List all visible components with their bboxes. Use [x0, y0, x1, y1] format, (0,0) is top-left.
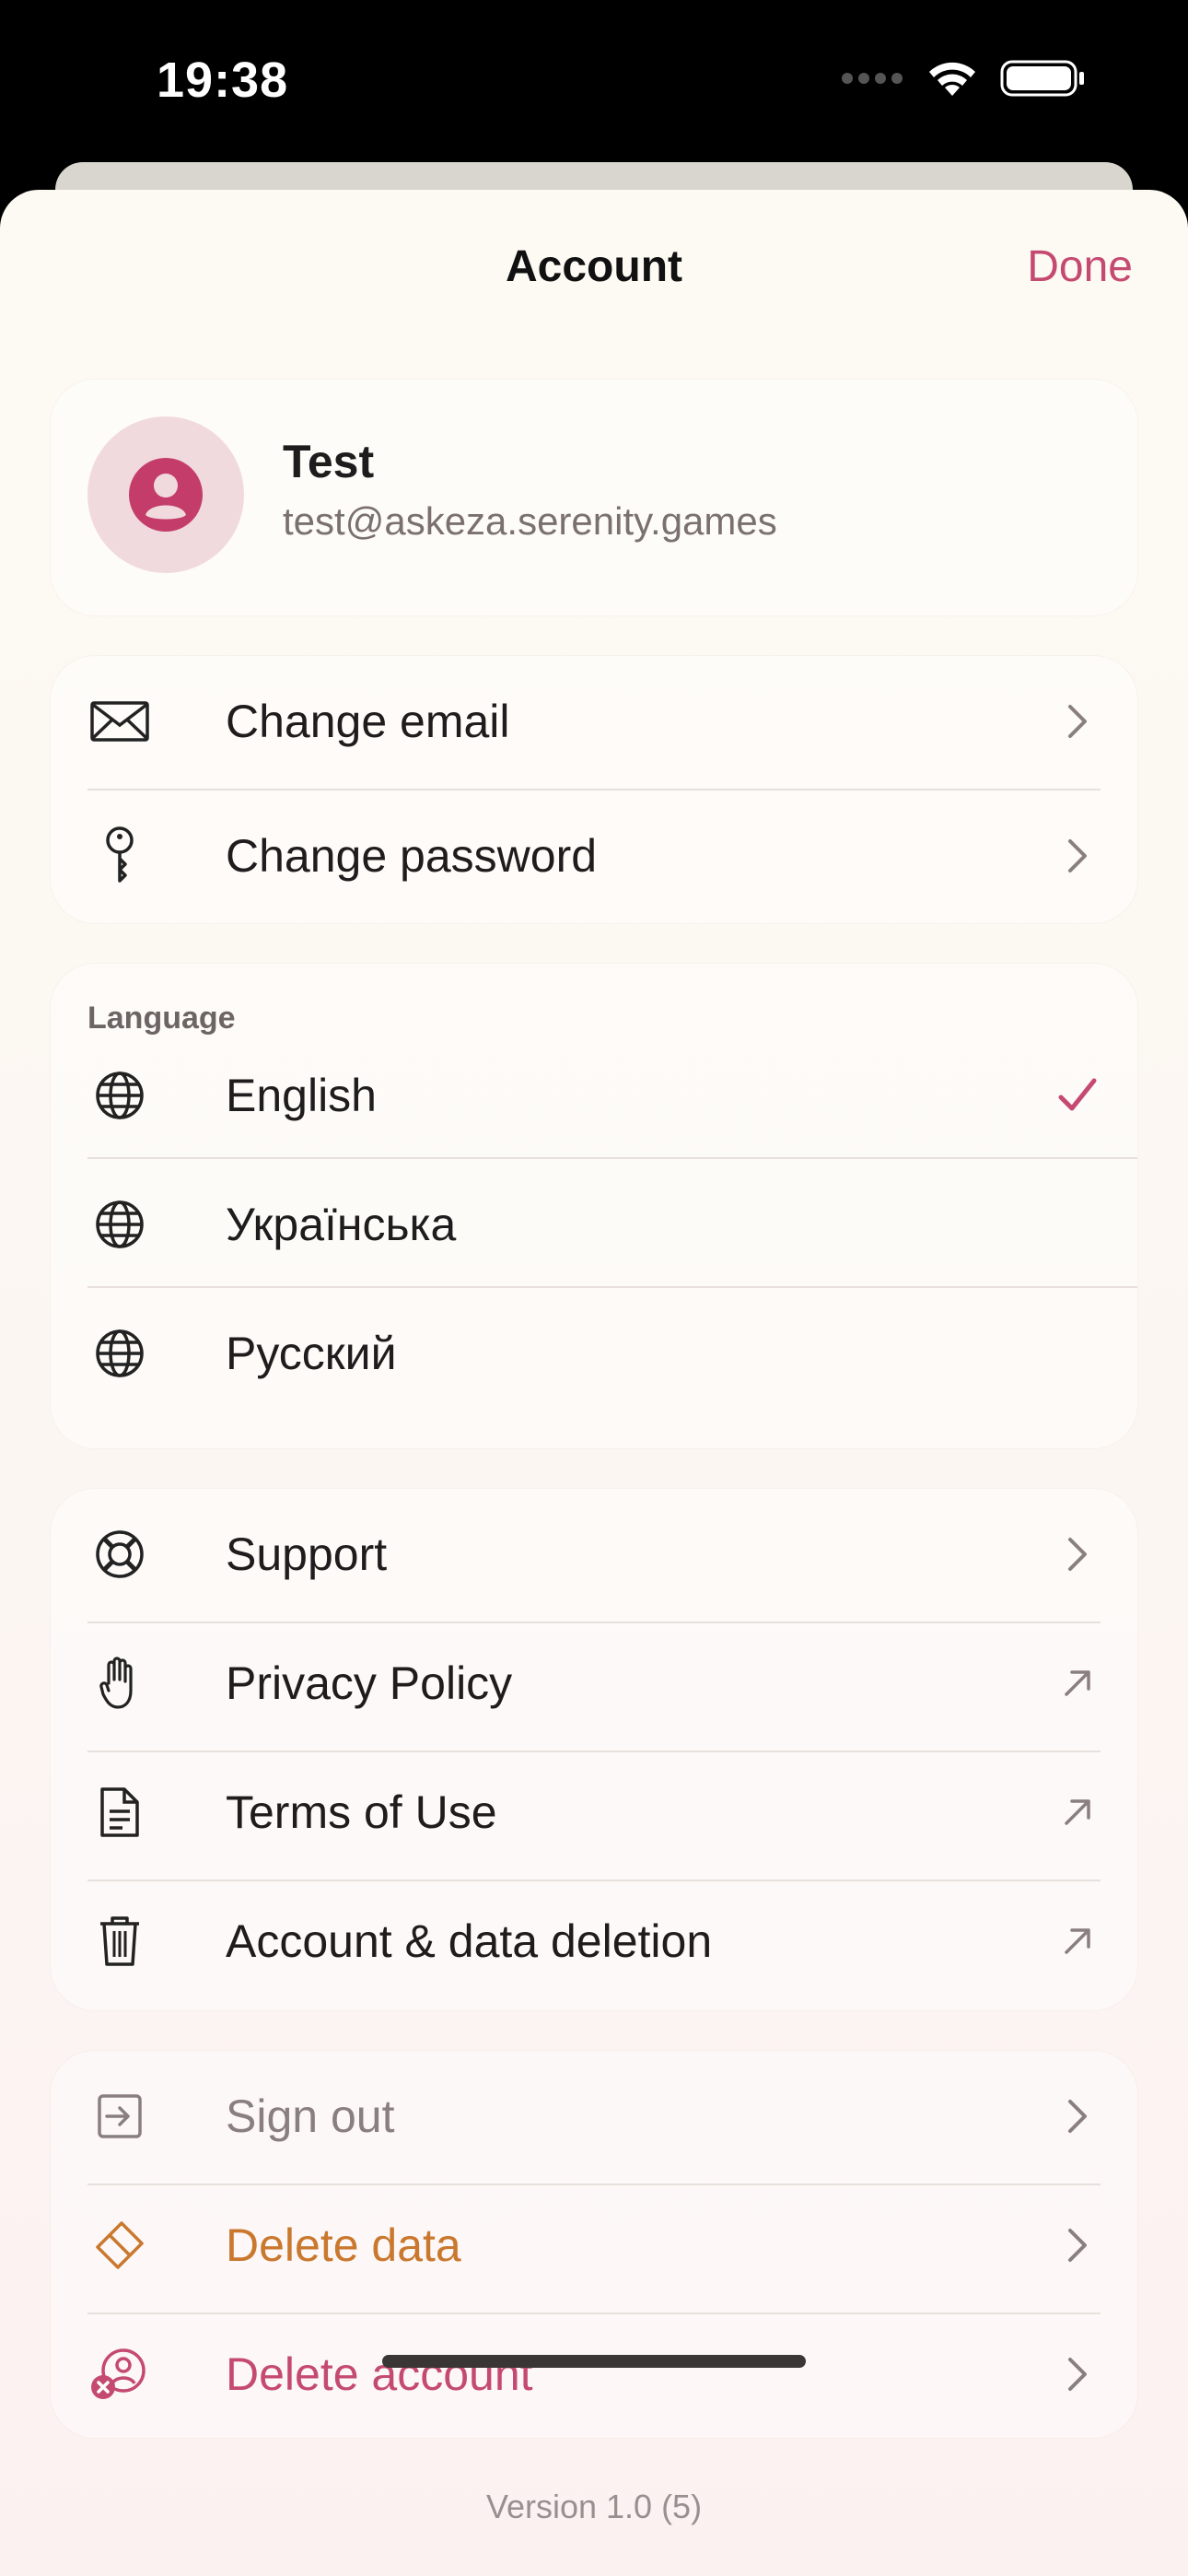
arrow-up-right-icon — [1054, 1660, 1101, 1706]
cellular-signal-icon — [842, 73, 903, 84]
account-actions-card: Sign out Delete data Delete account — [51, 2051, 1137, 2438]
account-sheet: Account Done Test test@askeza.serenity.g… — [0, 190, 1188, 2576]
language-russian-label: Русский — [226, 1328, 397, 1379]
chevron-right-icon — [1054, 1531, 1101, 1577]
lifebuoy-icon — [87, 1522, 152, 1587]
language-russian-row[interactable]: Русский — [87, 1312, 1101, 1395]
eraser-icon — [87, 2213, 152, 2277]
wifi-icon — [929, 62, 975, 96]
done-button[interactable]: Done — [1027, 241, 1133, 292]
privacy-policy-label: Privacy Policy — [226, 1657, 513, 1709]
account-data-deletion-row[interactable]: Account & data deletion — [87, 1900, 1101, 1983]
terms-of-use-label: Terms of Use — [226, 1786, 497, 1838]
delete-account-row[interactable]: Delete account — [87, 2333, 1101, 2416]
divider — [87, 1879, 1101, 1881]
chevron-right-icon — [1054, 2351, 1101, 2397]
globe-icon — [87, 1192, 152, 1257]
trash-icon — [87, 1909, 152, 1973]
status-bar: 19:38 — [0, 0, 1188, 164]
divider — [87, 1622, 1101, 1623]
info-card: Support Privacy Policy Terms of Use Acco… — [51, 1489, 1137, 2010]
key-icon — [87, 824, 152, 888]
home-indicator[interactable] — [382, 2355, 806, 2368]
terms-of-use-row[interactable]: Terms of Use — [87, 1771, 1101, 1854]
chevron-right-icon — [1054, 2222, 1101, 2268]
language-ukrainian-label: Українська — [226, 1199, 457, 1250]
chevron-right-icon — [1054, 2093, 1101, 2139]
checkmark-icon — [1054, 1072, 1101, 1118]
document-icon — [87, 1780, 152, 1844]
divider — [87, 1157, 1137, 1159]
arrow-up-right-icon — [1054, 1918, 1101, 1964]
profile-name: Test — [283, 436, 375, 487]
chevron-right-icon — [1054, 698, 1101, 744]
change-email-label: Change email — [226, 696, 510, 747]
language-english-row[interactable]: English — [87, 1054, 1101, 1137]
page-title: Account — [506, 242, 682, 291]
delete-account-icon — [87, 2342, 152, 2406]
status-icons — [840, 57, 1087, 100]
sign-out-row[interactable]: Sign out — [87, 2075, 1101, 2158]
support-row[interactable]: Support — [87, 1513, 1101, 1596]
change-password-row[interactable]: Change password — [87, 814, 1101, 897]
person-circle-icon — [129, 458, 203, 532]
sign-out-label: Sign out — [226, 2090, 395, 2142]
delete-data-row[interactable]: Delete data — [87, 2204, 1101, 2287]
avatar — [87, 416, 244, 573]
divider — [87, 789, 1101, 790]
envelope-icon — [87, 689, 152, 754]
support-label: Support — [226, 1528, 388, 1580]
profile-email: test@askeza.serenity.games — [283, 499, 777, 543]
globe-icon — [87, 1321, 152, 1386]
status-time: 19:38 — [157, 53, 289, 108]
chevron-right-icon — [1054, 833, 1101, 879]
version-label: Version 1.0 (5) — [485, 2488, 703, 2525]
language-english-label: English — [226, 1070, 377, 1121]
language-ukrainian-row[interactable]: Українська — [87, 1183, 1101, 1266]
hand-icon — [87, 1651, 152, 1715]
credentials-card: Change email Change password — [51, 656, 1137, 923]
globe-icon — [87, 1063, 152, 1128]
divider — [87, 1751, 1101, 1752]
account-data-deletion-label: Account & data deletion — [226, 1915, 713, 1967]
divider — [87, 1286, 1137, 1288]
battery-icon — [1000, 60, 1084, 97]
divider — [87, 2184, 1101, 2185]
sign-out-icon — [87, 2084, 152, 2149]
profile-card: Test test@askeza.serenity.games — [51, 380, 1137, 615]
change-password-label: Change password — [226, 830, 598, 882]
language-section-header: Language — [87, 1001, 236, 1036]
delete-data-label: Delete data — [226, 2219, 461, 2271]
language-card: Language English Українська Русский — [51, 964, 1137, 1448]
change-email-row[interactable]: Change email — [87, 680, 1101, 763]
privacy-policy-row[interactable]: Privacy Policy — [87, 1642, 1101, 1725]
divider — [87, 2313, 1101, 2314]
arrow-up-right-icon — [1054, 1789, 1101, 1835]
